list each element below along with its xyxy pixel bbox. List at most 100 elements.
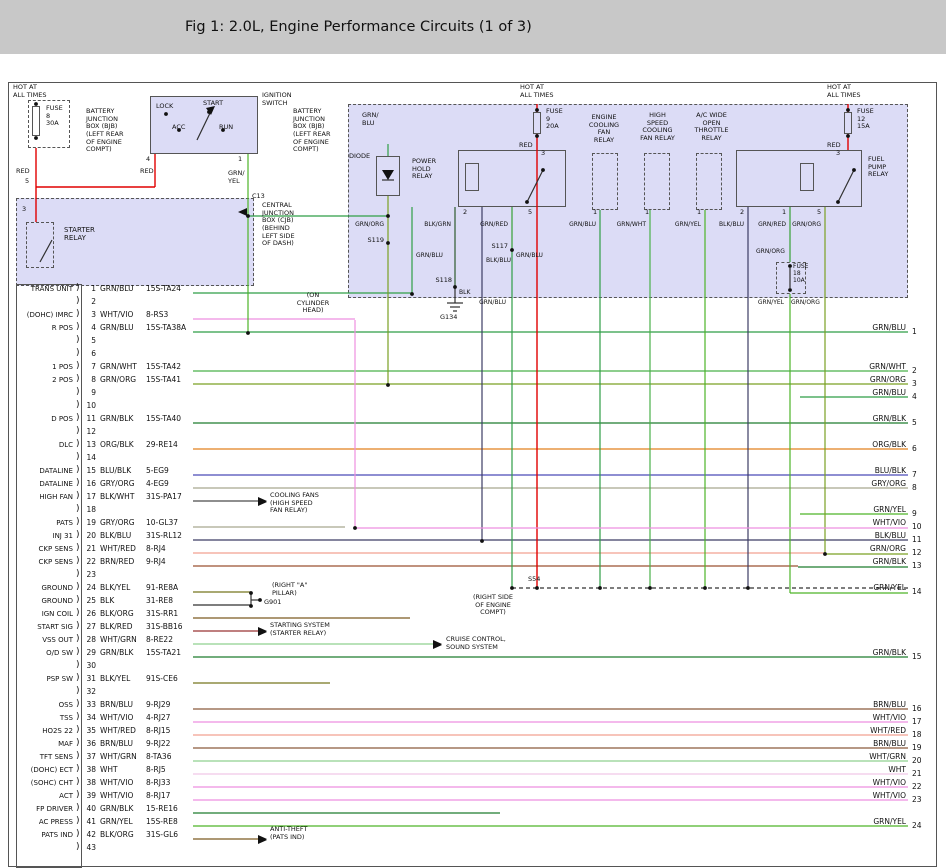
pcm-group-label: IGN COIL — [15, 610, 73, 618]
pin-bracket-icon: ) — [76, 621, 80, 631]
pcm-pin-number: 8 — [84, 375, 96, 384]
cjb-label: CENTRAL JUNCTION BOX (CJB) (BEHIND LEFT … — [262, 202, 295, 248]
pcm-circuit-id: 15S-TA40 — [146, 414, 181, 423]
pin-5-fp: 5 — [817, 209, 821, 217]
pcm-wire-color: GRY/ORG — [100, 518, 135, 527]
hot-at-all-times-3: HOT AT ALL TIMES — [827, 84, 860, 99]
right-wire-color: WHT/GRN — [846, 752, 906, 761]
pcm-wire-color: ORG/BLK — [100, 440, 134, 449]
pcm-circuit-id: 4-RJ27 — [146, 713, 170, 722]
engine-cooling-fan-relay-label: ENGINE COOLING FAN RELAY — [578, 114, 630, 145]
pcm-group-label: PATS — [15, 519, 73, 527]
pin-bracket-icon: ) — [76, 829, 80, 839]
wire-grn-yel-2: GRN/YEL — [756, 299, 784, 306]
pin-3-fuse12: 3 — [836, 150, 840, 158]
pcm-wire-color: BLK/RED — [100, 622, 133, 631]
pin-bracket-icon: ) — [76, 790, 80, 800]
right-wire-color: GRN/BLK — [846, 557, 906, 566]
pin-bracket-icon: ) — [76, 556, 80, 566]
pcm-pin-number: 35 — [84, 726, 96, 735]
pin-bracket-icon: ) — [76, 842, 80, 852]
pin-bracket-icon: ) — [76, 569, 80, 579]
on-cylinder-head-note: (ON CYLINDER HEAD) — [288, 292, 338, 315]
pcm-circuit-id: 31-RE8 — [146, 596, 173, 605]
pcm-group-label: TSS — [15, 714, 73, 722]
pcm-wire-color: WHT/VIO — [100, 778, 133, 787]
right-wire-color: GRY/ORG — [846, 479, 906, 488]
pcm-group-label: CKP SENS — [15, 558, 73, 566]
ign-lock: LOCK — [156, 103, 173, 111]
right-pin-number: 10 — [912, 522, 922, 531]
pin-bracket-icon: ) — [76, 816, 80, 826]
right-wire-color: BLU/BLK — [846, 466, 906, 475]
pcm-circuit-id: 15S-TA38A — [146, 323, 186, 332]
ac-wot-relay-label: A/C WIDE OPEN THROTTLE RELAY — [684, 112, 739, 143]
pin-bracket-icon: ) — [76, 335, 80, 345]
ground-g901-label: G901 — [264, 599, 281, 607]
pcm-group-label: OSS — [15, 701, 73, 709]
pcm-pin-number: 38 — [84, 765, 96, 774]
pcm-group-label: INJ 31 — [15, 532, 73, 540]
pin-bracket-icon: ) — [76, 777, 80, 787]
pcm-group-label: HIGH FAN — [15, 493, 73, 501]
right-pin-number: 2 — [912, 366, 917, 375]
c13-label: C13 — [252, 193, 265, 201]
pcm-circuit-id: 9-RJ4 — [146, 557, 166, 566]
starter-relay-inner — [26, 222, 54, 268]
right-pin-number: 21 — [912, 769, 922, 778]
wire-blk-grn: BLK/GRN — [419, 221, 451, 228]
pcm-wire-color: BLK/YEL — [100, 674, 130, 683]
pcm-wire-color: BLK — [100, 596, 114, 605]
right-pin-number: 6 — [912, 444, 917, 453]
right-wire-color: GRN/BLU — [846, 323, 906, 332]
pcm-wire-color: WHT/RED — [100, 726, 136, 735]
pcm-pin-number: 14 — [84, 453, 96, 462]
pcm-wire-color: BRN/BLU — [100, 700, 133, 709]
right-wire-color: WHT/VIO — [846, 713, 906, 722]
right-wire-color: WHT — [846, 765, 906, 774]
right-pin-number: 14 — [912, 587, 922, 596]
pin-bracket-icon: ) — [76, 647, 80, 657]
pcm-group-label: DLC — [15, 441, 73, 449]
pcm-pin-number: 20 — [84, 531, 96, 540]
right-pin-number: 15 — [912, 652, 922, 661]
wire-grn-blu-3: GRN/BLU — [516, 252, 543, 259]
diode-label: DIODE — [349, 153, 370, 161]
pcm-pin-number: 16 — [84, 479, 96, 488]
pcm-group-label: DATALINE — [15, 480, 73, 488]
fuel-pump-relay-label: FUEL PUMP RELAY — [868, 156, 888, 179]
pin-bracket-icon: ) — [76, 634, 80, 644]
pcm-wire-color: WHT/VIO — [100, 310, 133, 319]
pcm-pin-number: 24 — [84, 583, 96, 592]
wire-grn-blu-4: GRN/BLU — [478, 299, 506, 306]
right-pin-number: 11 — [912, 535, 922, 544]
wire-grn-wht: GRN/WHT — [614, 221, 646, 228]
pcm-group-label: DATALINE — [15, 467, 73, 475]
pin-bracket-icon: ) — [76, 725, 80, 735]
pcm-circuit-id: 31S-PA17 — [146, 492, 182, 501]
right-wire-color: WHT/RED — [846, 726, 906, 735]
pin-bracket-icon: ) — [76, 452, 80, 462]
pin-3-fuse9: 3 — [541, 150, 545, 158]
pcm-group-label: O/D SW — [15, 649, 73, 657]
right-wire-color: GRN/YEL — [846, 505, 906, 514]
pin-2-phr: 2 — [463, 209, 467, 217]
pcm-pin-number: 22 — [84, 557, 96, 566]
pcm-pin-number: 23 — [84, 570, 96, 579]
pcm-pin-number: 10 — [84, 401, 96, 410]
anti-theft-note: ANTI-THEFT (PATS IND) — [270, 826, 308, 841]
diode-box — [376, 156, 400, 196]
ign-start: START — [203, 100, 223, 108]
pcm-group-label: FP DRIVER — [15, 805, 73, 813]
cooling-fans-note: COOLING FANS (HIGH SPEED FAN RELAY) — [270, 492, 319, 515]
pcm-pin-number: 17 — [84, 492, 96, 501]
pcm-wire-color: BLK/WHT — [100, 492, 134, 501]
pcm-pin-number: 31 — [84, 674, 96, 683]
pcm-circuit-id: 8-RJ4 — [146, 544, 166, 553]
right-wire-color: GRN/BLK — [846, 414, 906, 423]
pcm-wire-color: WHT/GRN — [100, 635, 137, 644]
pcm-circuit-id: 31S-RL12 — [146, 531, 182, 540]
pcm-wire-color: GRN/YEL — [100, 817, 133, 826]
wire-blk: BLK — [459, 289, 470, 296]
pcm-circuit-id: 4-EG9 — [146, 479, 169, 488]
